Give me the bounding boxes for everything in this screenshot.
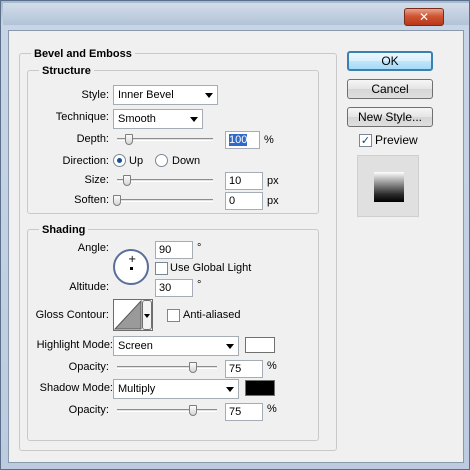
angle-dial[interactable]: + [113, 249, 149, 285]
shadow-color-swatch[interactable] [245, 380, 275, 396]
direction-up-radio[interactable] [113, 154, 126, 167]
size-slider-thumb[interactable] [123, 175, 131, 186]
size-slider-track [117, 179, 213, 182]
shadow-opacity-label: Opacity: [68, 404, 109, 416]
soften-value: 0 [229, 195, 236, 207]
soften-slider[interactable] [113, 195, 213, 207]
technique-select[interactable]: Smooth [113, 109, 203, 129]
highlight-opacity-value: 75 [229, 363, 242, 375]
highlight-mode-label: Highlight Mode: [36, 339, 113, 351]
anti-aliased-label: Anti-aliased [183, 309, 241, 321]
soften-slider-track [113, 199, 213, 202]
size-unit: px [267, 175, 279, 187]
title-bar [3, 3, 469, 25]
soften-slider-thumb[interactable] [113, 195, 121, 206]
ok-button[interactable]: OK [347, 51, 433, 71]
angle-input[interactable]: 90 [155, 241, 193, 259]
direction-down-label: Down [172, 155, 201, 167]
preview-label: Preview [375, 133, 418, 147]
chevron-down-icon [190, 117, 198, 122]
shadow-opacity-input[interactable]: 75 [225, 403, 263, 421]
preview-checkbox[interactable]: ✓ [359, 134, 372, 147]
depth-slider[interactable] [117, 134, 213, 146]
highlight-opacity-slider-track [117, 366, 217, 369]
shadow-mode-label: Shadow Mode: [39, 382, 113, 394]
highlight-mode-value: Screen [118, 340, 153, 352]
shadow-mode-value: Multiply [118, 383, 156, 395]
style-preview-swatch [374, 172, 404, 202]
depth-input[interactable]: 100 [225, 131, 260, 149]
highlight-mode-select[interactable]: Screen [113, 336, 239, 356]
technique-value: Smooth [118, 113, 156, 125]
highlight-color-swatch[interactable] [245, 337, 275, 353]
chevron-down-icon [226, 387, 234, 392]
angle-unit: ° [197, 242, 202, 254]
anti-aliased-checkbox[interactable] [167, 309, 180, 322]
shading-title: Shading [39, 224, 89, 236]
altitude-value: 30 [159, 282, 172, 294]
shadow-opacity-value: 75 [229, 406, 242, 418]
size-label: Size: [84, 174, 109, 186]
altitude-label: Altitude: [69, 281, 109, 293]
style-value: Inner Bevel [118, 89, 174, 101]
gloss-contour-picker[interactable] [113, 299, 153, 331]
soften-label: Soften: [74, 194, 109, 206]
contour-curve-icon [114, 300, 142, 330]
size-value: 10 [229, 175, 242, 187]
depth-slider-thumb[interactable] [125, 134, 133, 145]
soften-input[interactable]: 0 [225, 192, 263, 210]
highlight-opacity-label: Opacity: [68, 361, 109, 373]
size-slider[interactable] [117, 175, 213, 187]
dialog-client-area: Bevel and Emboss Structure Style: Inner … [8, 30, 464, 463]
cancel-button[interactable]: Cancel [347, 79, 433, 99]
style-preview-thumbnail [357, 155, 419, 217]
altitude-input[interactable]: 30 [155, 279, 193, 297]
style-select[interactable]: Inner Bevel [113, 85, 218, 105]
angle-label: Angle: [77, 242, 109, 254]
shadow-opacity-slider[interactable] [117, 405, 217, 417]
structure-title: Structure [39, 65, 94, 77]
highlight-opacity-unit: % [267, 360, 277, 372]
gloss-contour-label: Gloss Contour: [35, 309, 109, 321]
shadow-mode-select[interactable]: Multiply [113, 379, 239, 399]
altitude-unit: ° [197, 279, 202, 291]
close-button[interactable]: ✕ [404, 8, 444, 26]
new-style-button[interactable]: New Style... [347, 107, 433, 127]
chevron-down-icon [226, 344, 234, 349]
direction-label: Direction: [62, 155, 109, 167]
shadow-opacity-unit: % [267, 403, 277, 415]
bevel-emboss-title: Bevel and Emboss [31, 48, 135, 60]
soften-unit: px [267, 195, 279, 207]
chevron-down-icon [205, 93, 213, 98]
highlight-opacity-slider-thumb[interactable] [189, 362, 197, 373]
depth-value: 100 [229, 134, 248, 146]
highlight-opacity-input[interactable]: 75 [225, 360, 263, 378]
style-label: Style: [81, 89, 109, 101]
shadow-opacity-slider-track [117, 409, 217, 412]
depth-unit: % [264, 134, 274, 146]
depth-label: Depth: [76, 133, 109, 145]
dial-center [130, 267, 133, 270]
highlight-opacity-slider[interactable] [117, 362, 217, 374]
crosshair-icon: + [128, 254, 137, 265]
close-icon: ✕ [418, 10, 430, 24]
angle-value: 90 [159, 244, 172, 256]
direction-down-radio[interactable] [155, 154, 168, 167]
direction-up-label: Up [129, 155, 144, 167]
technique-label: Technique: [55, 111, 109, 123]
size-input[interactable]: 10 [225, 172, 263, 190]
contour-dropdown-button[interactable] [142, 300, 152, 330]
use-global-light-label: Use Global Light [170, 262, 252, 274]
dialog-window: ✕ Bevel and Emboss Structure Style: Inne… [0, 0, 470, 470]
shadow-opacity-slider-thumb[interactable] [189, 405, 197, 416]
use-global-light-checkbox[interactable] [155, 262, 168, 275]
